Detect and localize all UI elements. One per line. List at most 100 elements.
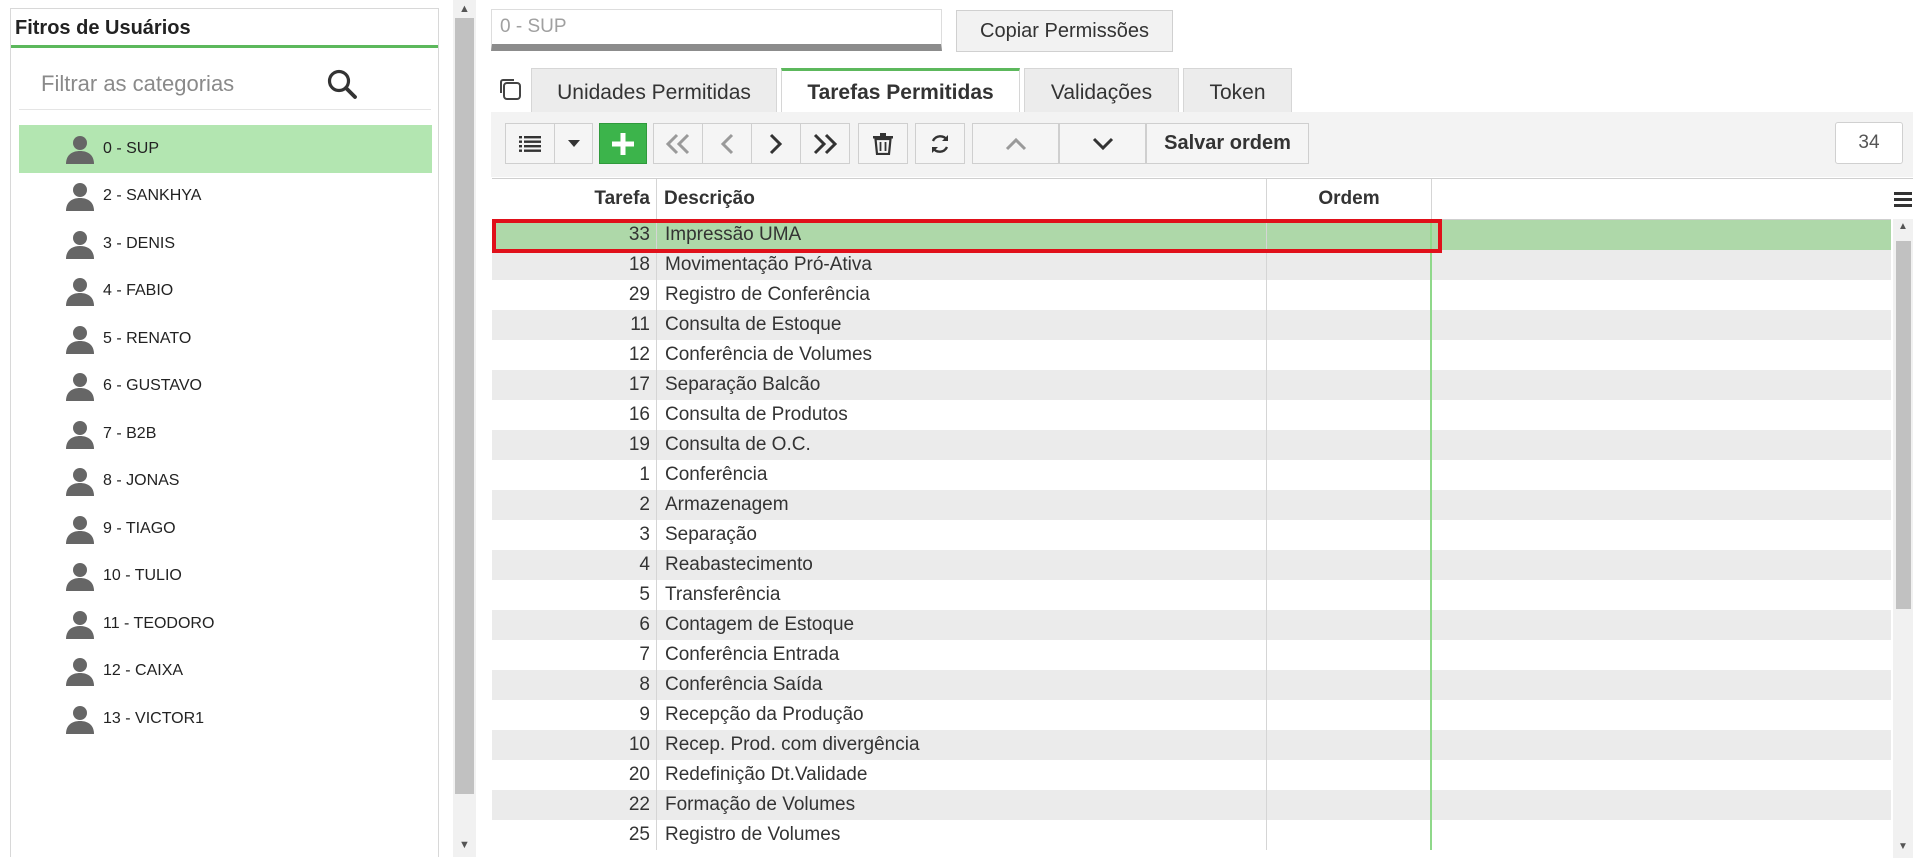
table-row[interactable]: 17 Separação Balcão	[492, 370, 1891, 400]
table-row[interactable]: 4 Reabastecimento	[492, 550, 1891, 580]
user-list-item[interactable]: 0 - SUP	[19, 125, 432, 173]
table-row[interactable]: 12 Conferência de Volumes	[492, 340, 1891, 370]
next-record-button[interactable]	[751, 123, 801, 164]
trash-icon	[873, 132, 893, 155]
table-row[interactable]: 29 Registro de Conferência	[492, 280, 1891, 310]
user-list-item[interactable]: 3 - DENIS	[19, 220, 432, 268]
cell-descricao: Conferência Entrada	[657, 640, 1267, 670]
user-icon	[66, 705, 94, 734]
selected-user-field[interactable]: 0 - SUP	[491, 9, 942, 51]
column-menu-icon[interactable]	[1893, 187, 1913, 211]
table-row[interactable]: 22 Formação de Volumes	[492, 790, 1891, 820]
grid-header: Tarefa Descrição Ordem	[492, 179, 1891, 221]
cell-ordem[interactable]	[1267, 610, 1432, 640]
save-order-button[interactable]: Salvar ordem	[1146, 123, 1309, 164]
table-row[interactable]: 11 Consulta de Estoque	[492, 310, 1891, 340]
table-row[interactable]: 20 Redefinição Dt.Validade	[492, 760, 1891, 790]
cell-ordem[interactable]	[1267, 550, 1432, 580]
tab-validacoes[interactable]: Validações	[1024, 68, 1179, 112]
user-list-item[interactable]: 10 - TULIO	[19, 553, 432, 601]
user-list-item[interactable]: 8 - JONAS	[19, 458, 432, 506]
user-list-item[interactable]: 9 - TIAGO	[19, 505, 432, 553]
user-list-item[interactable]: 6 - GUSTAVO	[19, 363, 432, 411]
cell-ordem[interactable]	[1267, 580, 1432, 610]
table-row[interactable]: 19 Consulta de O.C.	[492, 430, 1891, 460]
previous-record-button[interactable]	[702, 123, 752, 164]
table-row[interactable]: 5 Transferência	[492, 580, 1891, 610]
refresh-button[interactable]	[915, 123, 965, 164]
cell-ordem[interactable]	[1267, 250, 1432, 280]
cell-ordem[interactable]	[1267, 400, 1432, 430]
scroll-down-icon[interactable]: ▼	[453, 836, 476, 854]
cell-ordem[interactable]	[1267, 370, 1432, 400]
cell-descricao: Conferência Saída	[657, 670, 1267, 700]
cell-tarefa: 9	[492, 700, 657, 730]
table-row[interactable]: 2 Armazenagem	[492, 490, 1891, 520]
tab-unidades-permitidas[interactable]: Unidades Permitidas	[531, 68, 777, 112]
user-list-item[interactable]: 12 - CAIXA	[19, 648, 432, 696]
list-view-button[interactable]	[505, 123, 555, 164]
cell-ordem[interactable]	[1267, 820, 1432, 850]
cell-ordem[interactable]	[1267, 700, 1432, 730]
user-list-item[interactable]: 2 - SANKHYA	[19, 173, 432, 221]
move-up-button[interactable]	[972, 123, 1059, 164]
cell-ordem[interactable]	[1267, 760, 1432, 790]
cell-ordem[interactable]	[1267, 790, 1432, 820]
cell-tarefa: 10	[492, 730, 657, 760]
cell-ordem[interactable]	[1267, 220, 1432, 250]
view-dropdown-button[interactable]	[554, 123, 593, 164]
cell-ordem[interactable]	[1267, 310, 1432, 340]
move-down-button[interactable]	[1059, 123, 1146, 164]
copy-permissions-button[interactable]: Copiar Permissões	[956, 10, 1173, 52]
tab-tarefas-permitidas[interactable]: Tarefas Permitidas	[781, 68, 1020, 112]
column-header-descricao[interactable]: Descrição	[657, 179, 1267, 219]
copy-icon[interactable]	[497, 76, 523, 102]
table-row[interactable]: 9 Recepção da Produção	[492, 700, 1891, 730]
first-record-button[interactable]	[653, 123, 703, 164]
search-icon[interactable]	[326, 68, 358, 100]
user-icon	[66, 420, 94, 449]
scrollbar-thumb[interactable]	[455, 18, 474, 794]
user-list-item[interactable]: 4 - FABIO	[19, 268, 432, 316]
cell-ordem[interactable]	[1267, 520, 1432, 550]
tab-token[interactable]: Token	[1183, 68, 1292, 112]
grid-scrollbar-thumb[interactable]	[1896, 241, 1911, 609]
user-label: 4 - FABIO	[103, 282, 174, 300]
panel-title: Fitros de Usuários	[11, 9, 438, 48]
user-list-item[interactable]: 7 - B2B	[19, 410, 432, 458]
user-list-item[interactable]: 13 - VICTOR1	[19, 695, 432, 743]
table-row[interactable]: 16 Consulta de Produtos	[492, 400, 1891, 430]
user-list-item[interactable]: 11 - TEODORO	[19, 600, 432, 648]
cell-ordem[interactable]	[1267, 280, 1432, 310]
cell-ordem[interactable]	[1267, 730, 1432, 760]
panel-scrollbar[interactable]: ▲ ▼	[453, 0, 476, 857]
table-row[interactable]: 25 Registro de Volumes	[492, 820, 1891, 850]
table-row[interactable]: 3 Separação	[492, 520, 1891, 550]
table-row[interactable]: 10 Recep. Prod. com divergência	[492, 730, 1891, 760]
user-list-item[interactable]: 5 - RENATO	[19, 315, 432, 363]
table-row[interactable]: 33 Impressão UMA	[492, 220, 1891, 250]
table-row[interactable]: 8 Conferência Saída	[492, 670, 1891, 700]
grid-scroll-down-icon[interactable]: ▼	[1893, 841, 1913, 852]
cell-ordem[interactable]	[1267, 670, 1432, 700]
cell-descricao: Transferência	[657, 580, 1267, 610]
cell-ordem[interactable]	[1267, 430, 1432, 460]
cell-ordem[interactable]	[1267, 460, 1432, 490]
table-row[interactable]: 7 Conferência Entrada	[492, 640, 1891, 670]
cell-ordem[interactable]	[1267, 490, 1432, 520]
column-header-tarefa[interactable]: Tarefa	[492, 179, 657, 219]
table-row[interactable]: 6 Contagem de Estoque	[492, 610, 1891, 640]
scroll-up-icon[interactable]: ▲	[453, 0, 476, 18]
delete-button[interactable]	[858, 123, 908, 164]
column-header-ordem[interactable]: Ordem	[1267, 179, 1432, 219]
table-row[interactable]: 18 Movimentação Pró-Ativa	[492, 250, 1891, 280]
cell-descricao: Registro de Volumes	[657, 820, 1267, 850]
add-button[interactable]	[599, 123, 647, 164]
grid-scroll-up-icon[interactable]: ▲	[1893, 221, 1913, 232]
grid-scrollbar[interactable]: ▲ ▼	[1893, 219, 1913, 858]
table-row[interactable]: 1 Conferência	[492, 460, 1891, 490]
cell-ordem[interactable]	[1267, 640, 1432, 670]
cell-ordem[interactable]	[1267, 340, 1432, 370]
last-record-button[interactable]	[800, 123, 850, 164]
cell-descricao: Conferência	[657, 460, 1267, 490]
